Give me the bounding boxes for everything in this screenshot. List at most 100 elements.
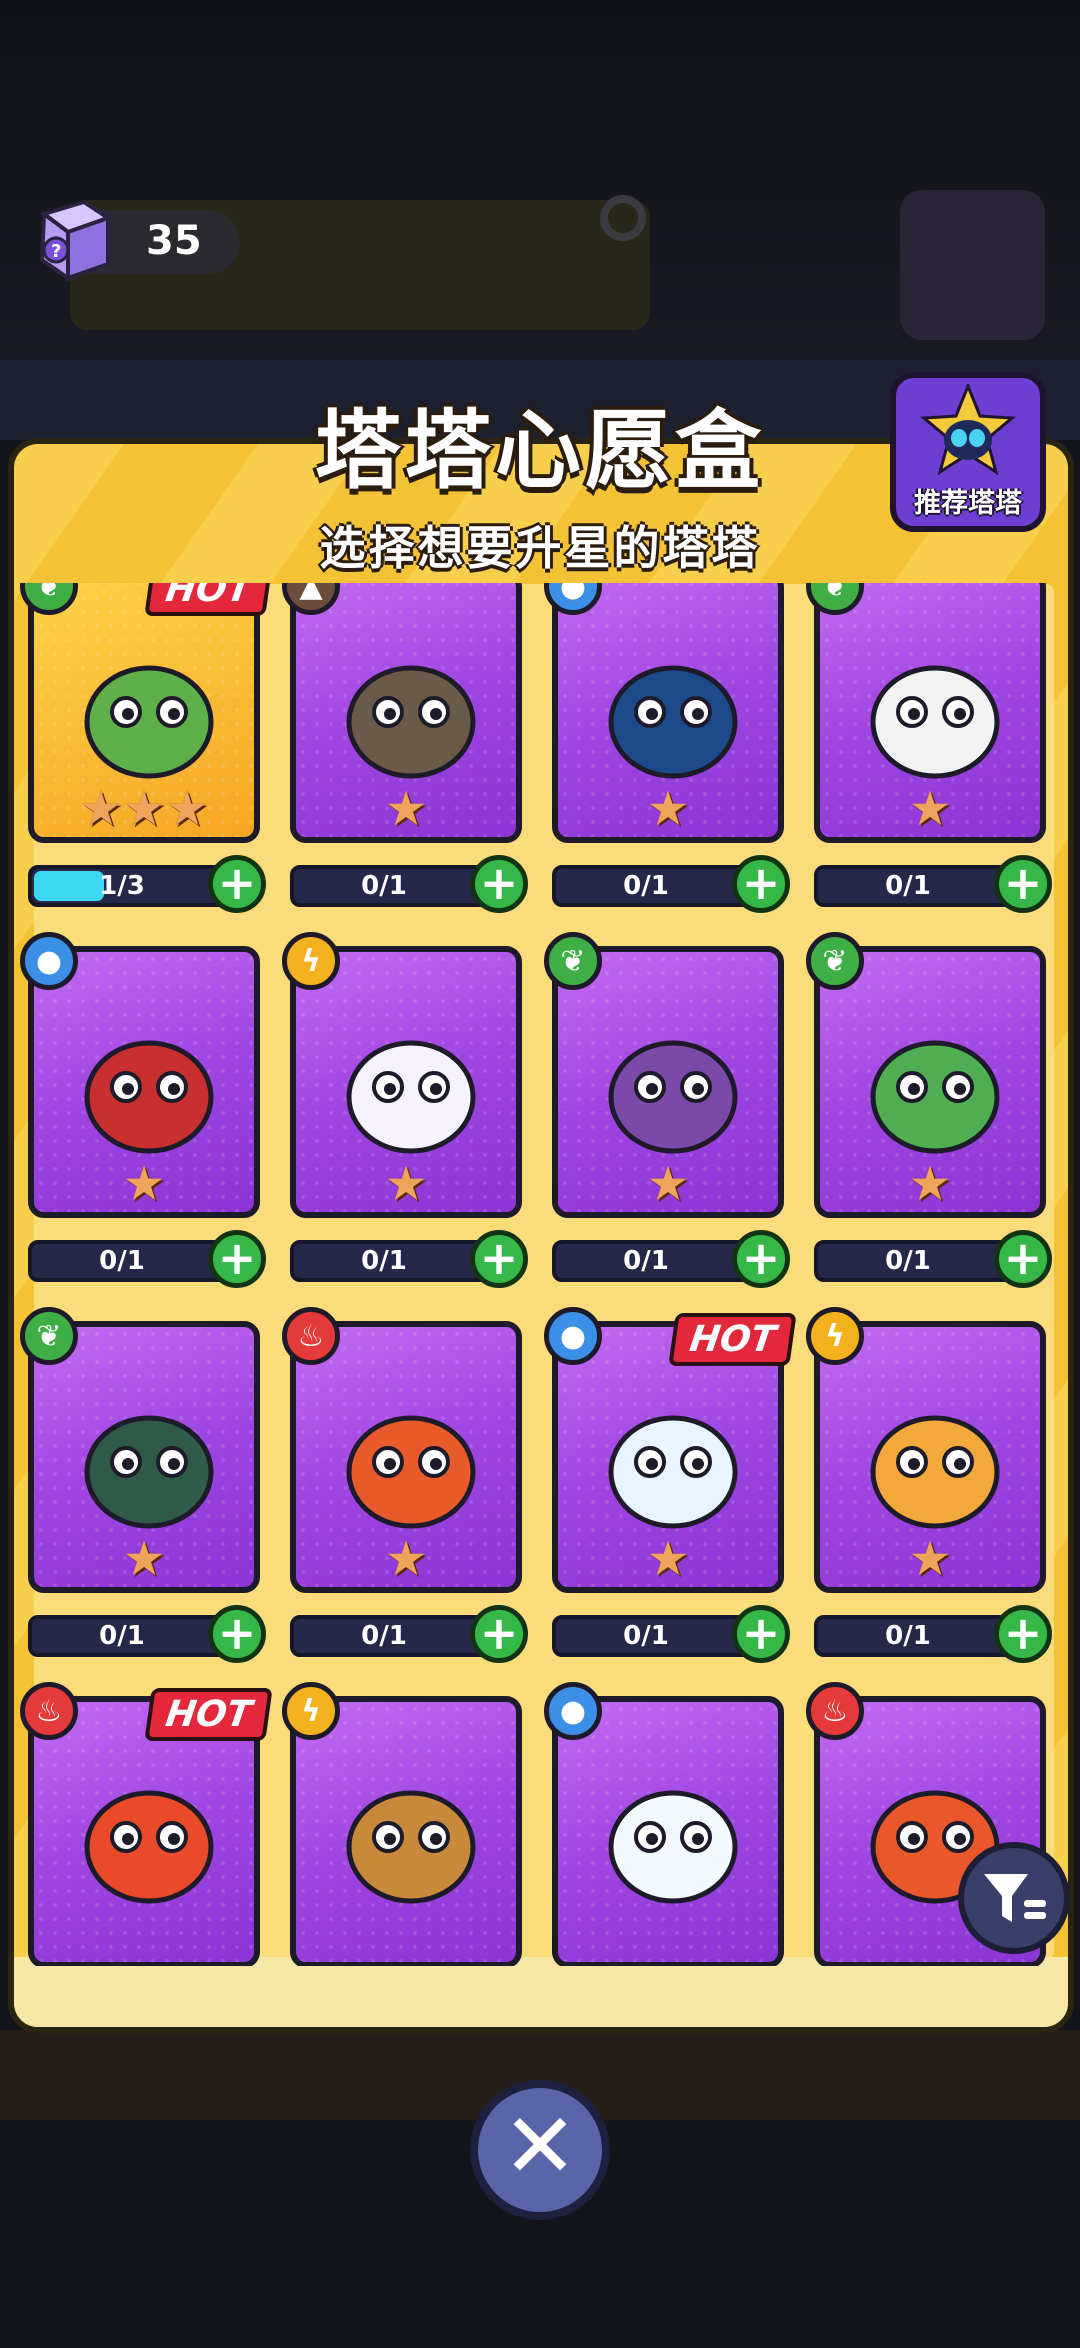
- fire-icon: ♨: [806, 1682, 864, 1740]
- filter-icon: [984, 1874, 1046, 1922]
- progress-text: 0/1: [885, 1621, 931, 1651]
- progress-text: 0/1: [361, 871, 407, 901]
- creature-icon: [346, 1415, 476, 1529]
- water-drop-icon: ●: [20, 932, 78, 990]
- star-rating: ★: [646, 1156, 690, 1212]
- recommend-label: 推荐塔塔: [914, 488, 1022, 519]
- progress-text: 0/1: [99, 1621, 145, 1651]
- creature-icon: [346, 1040, 476, 1154]
- creature-card[interactable]: ★ ϟ 0/1 +: [806, 1307, 1052, 1663]
- creature-icon: [346, 1790, 476, 1904]
- progress-text: 0/1: [623, 871, 669, 901]
- lightning-icon: ϟ: [282, 932, 340, 990]
- star-rating: ★★★: [79, 781, 209, 837]
- creature-portrait: ★★★: [28, 583, 260, 843]
- progress-text: 0/1: [99, 1246, 145, 1276]
- creature-card[interactable]: ♨ HOT: [20, 1682, 274, 1966]
- creature-card[interactable]: ★ ❦ 0/1 +: [806, 932, 1052, 1288]
- creature-icon: [870, 665, 1000, 779]
- star-rating: ★: [122, 1156, 166, 1212]
- panel-footer: [14, 1957, 1068, 2027]
- progress-text: 0/1: [885, 871, 931, 901]
- leaf-icon: ❦: [544, 932, 602, 990]
- progress-text: 0/1: [623, 1621, 669, 1651]
- add-wish-button[interactable]: +: [732, 1230, 790, 1288]
- creature-icon: [608, 1790, 738, 1904]
- progress-text: 0/1: [361, 1621, 407, 1651]
- lightning-icon: ϟ: [282, 1682, 340, 1740]
- creature-icon: [346, 665, 476, 779]
- star-rating: ★: [384, 1156, 428, 1212]
- add-wish-button[interactable]: +: [470, 1605, 528, 1663]
- creature-icon: [870, 1415, 1000, 1529]
- progress-text: 0/1: [885, 1246, 931, 1276]
- creature-portrait: ★: [814, 583, 1046, 843]
- add-wish-button[interactable]: +: [470, 1230, 528, 1288]
- creature-icon: [870, 1040, 1000, 1154]
- creature-icon: [84, 1040, 214, 1154]
- star-rating: ★: [908, 1156, 952, 1212]
- creature-card[interactable]: ★ ● HOT 0/1 +: [544, 1307, 798, 1663]
- progress-text: 0/1: [623, 1246, 669, 1276]
- creature-card[interactable]: ★ ❦ 0/1 +: [20, 1307, 266, 1663]
- close-button[interactable]: ✕: [470, 2080, 610, 2220]
- star-rating: ★: [908, 781, 952, 837]
- background-avatar: [900, 190, 1045, 340]
- creature-card[interactable]: ★ ● 0/1 +: [544, 583, 790, 913]
- creature-card[interactable]: ★ ♨ 0/1 +: [282, 1307, 528, 1663]
- add-wish-button[interactable]: +: [208, 1605, 266, 1663]
- creature-portrait: ★: [290, 1321, 522, 1593]
- creature-portrait: ★: [28, 1321, 260, 1593]
- svg-text:?: ?: [51, 241, 61, 262]
- creature-card[interactable]: ★ ● 0/1 +: [20, 932, 266, 1288]
- add-wish-button[interactable]: +: [732, 1605, 790, 1663]
- creature-icon: [84, 1790, 214, 1904]
- hot-badge: HOT: [144, 583, 274, 616]
- creature-portrait: ★: [290, 946, 522, 1218]
- fire-icon: ♨: [20, 1682, 78, 1740]
- add-wish-button[interactable]: +: [994, 1230, 1052, 1288]
- creature-portrait: ★: [290, 583, 522, 843]
- filter-button[interactable]: [958, 1842, 1070, 1954]
- creature-portrait: ★: [552, 946, 784, 1218]
- creature-portrait: ★: [814, 1321, 1046, 1593]
- creature-icon: [608, 1415, 738, 1529]
- background-search-icon: [600, 195, 646, 241]
- progress-text: 0/1: [361, 1246, 407, 1276]
- creature-icon: [608, 1040, 738, 1154]
- creature-card[interactable]: ★ ϟ 0/1 +: [282, 932, 528, 1288]
- add-wish-button[interactable]: +: [208, 1230, 266, 1288]
- creature-portrait: ★: [28, 946, 260, 1218]
- recommend-star-icon: [920, 384, 1016, 476]
- creature-grid: ★★★ ❦ HOT 1/3 + ★ ▲ 0/1 + ★ ● 0/1 + ★ ❦ 0/1 + ★ ● 0/1 + ★ ϟ 0/1…: [20, 583, 1060, 1966]
- creature-portrait: ★: [552, 583, 784, 843]
- leaf-icon: ❦: [20, 1307, 78, 1365]
- star-rating: ★: [646, 781, 690, 837]
- star-rating: ★: [122, 1531, 166, 1587]
- add-wish-button[interactable]: +: [994, 1605, 1052, 1663]
- recommend-button[interactable]: 推荐塔塔: [890, 372, 1046, 532]
- progress-text: 1/3: [99, 871, 145, 901]
- hot-badge: HOT: [144, 1688, 274, 1741]
- add-wish-button[interactable]: +: [732, 855, 790, 913]
- water-drop-icon: ●: [544, 1307, 602, 1365]
- box-count: 35: [146, 218, 202, 264]
- star-rating: ★: [908, 1531, 952, 1587]
- creature-icon: [84, 1415, 214, 1529]
- add-wish-button[interactable]: +: [208, 855, 266, 913]
- star-rating: ★: [384, 1531, 428, 1587]
- creature-portrait: ★: [814, 946, 1046, 1218]
- creature-card[interactable]: ★ ▲ 0/1 +: [282, 583, 528, 913]
- creature-card[interactable]: ★★★ ❦ HOT 1/3 +: [20, 583, 274, 913]
- water-drop-icon: ●: [544, 1682, 602, 1740]
- lightning-icon: ϟ: [806, 1307, 864, 1365]
- creature-card[interactable]: ϟ: [282, 1682, 522, 1966]
- star-rating: ★: [384, 781, 428, 837]
- hot-badge: HOT: [668, 1313, 798, 1366]
- creature-card[interactable]: ●: [544, 1682, 784, 1966]
- add-wish-button[interactable]: +: [470, 855, 528, 913]
- creature-card[interactable]: ★ ❦ 0/1 +: [544, 932, 790, 1288]
- creature-card[interactable]: ★ ❦ 0/1 +: [806, 583, 1052, 913]
- add-wish-button[interactable]: +: [994, 855, 1052, 913]
- mystery-box-icon: ?: [39, 199, 113, 282]
